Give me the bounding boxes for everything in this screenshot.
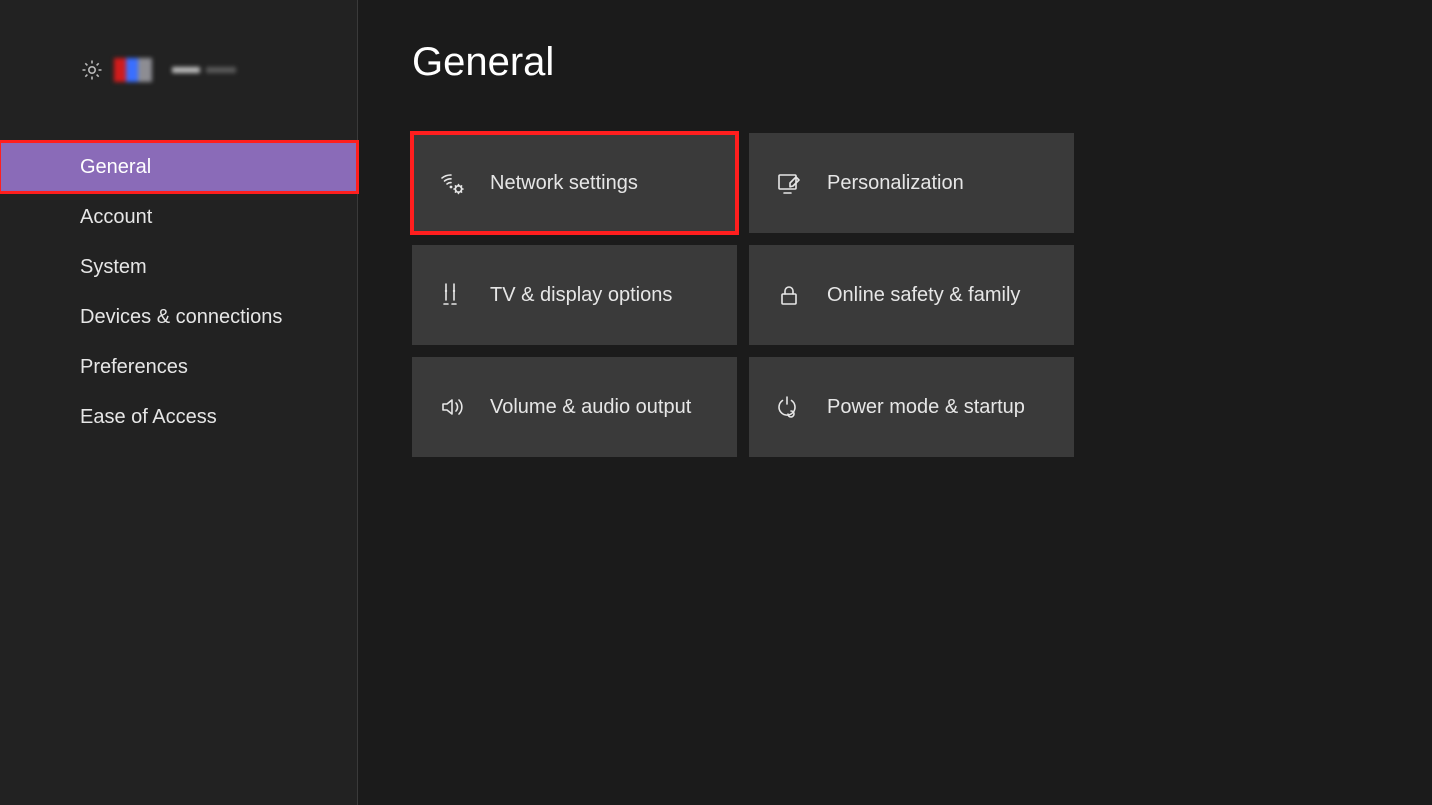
sidebar-item-general[interactable]: General [0,142,357,192]
sidebar-item-label: System [80,256,147,279]
main-panel: General Network settings [358,0,1432,805]
personalize-icon [775,169,803,197]
tile-network-settings[interactable]: Network settings [412,133,737,233]
sidebar-item-devices[interactable]: Devices & connections [0,292,357,342]
page-title: General [412,40,1378,85]
tile-tv-display[interactable]: TV & display options [412,245,737,345]
tile-volume-audio[interactable]: Volume & audio output [412,357,737,457]
tv-icon [438,281,466,309]
speaker-icon [438,393,466,421]
sidebar-item-ease-of-access[interactable]: Ease of Access [0,392,357,442]
avatar [114,58,152,82]
sidebar-header [0,58,357,82]
sidebar-item-preferences[interactable]: Preferences [0,342,357,392]
sidebar-item-account[interactable]: Account [0,192,357,242]
sidebar-nav: General Account System Devices & connect… [0,142,357,442]
tile-label: Network settings [490,172,638,195]
sidebar-item-label: Preferences [80,356,188,379]
gear-icon [80,58,104,82]
network-icon [438,169,466,197]
tile-power-startup[interactable]: Power mode & startup [749,357,1074,457]
tile-label: Personalization [827,172,964,195]
sidebar-item-label: Account [80,206,152,229]
power-icon [775,393,803,421]
tile-online-safety[interactable]: Online safety & family [749,245,1074,345]
username-redacted [172,67,236,73]
settings-grid: Network settings Personalization [412,133,1378,457]
sidebar-item-label: General [80,156,151,179]
sidebar-item-system[interactable]: System [0,242,357,292]
tile-label: TV & display options [490,284,672,307]
sidebar-item-label: Devices & connections [80,306,282,329]
tile-label: Volume & audio output [490,396,691,419]
tile-personalization[interactable]: Personalization [749,133,1074,233]
sidebar-item-label: Ease of Access [80,406,217,429]
tile-label: Power mode & startup [827,396,1025,419]
sidebar: General Account System Devices & connect… [0,0,358,805]
tile-label: Online safety & family [827,284,1020,307]
lock-icon [775,281,803,309]
